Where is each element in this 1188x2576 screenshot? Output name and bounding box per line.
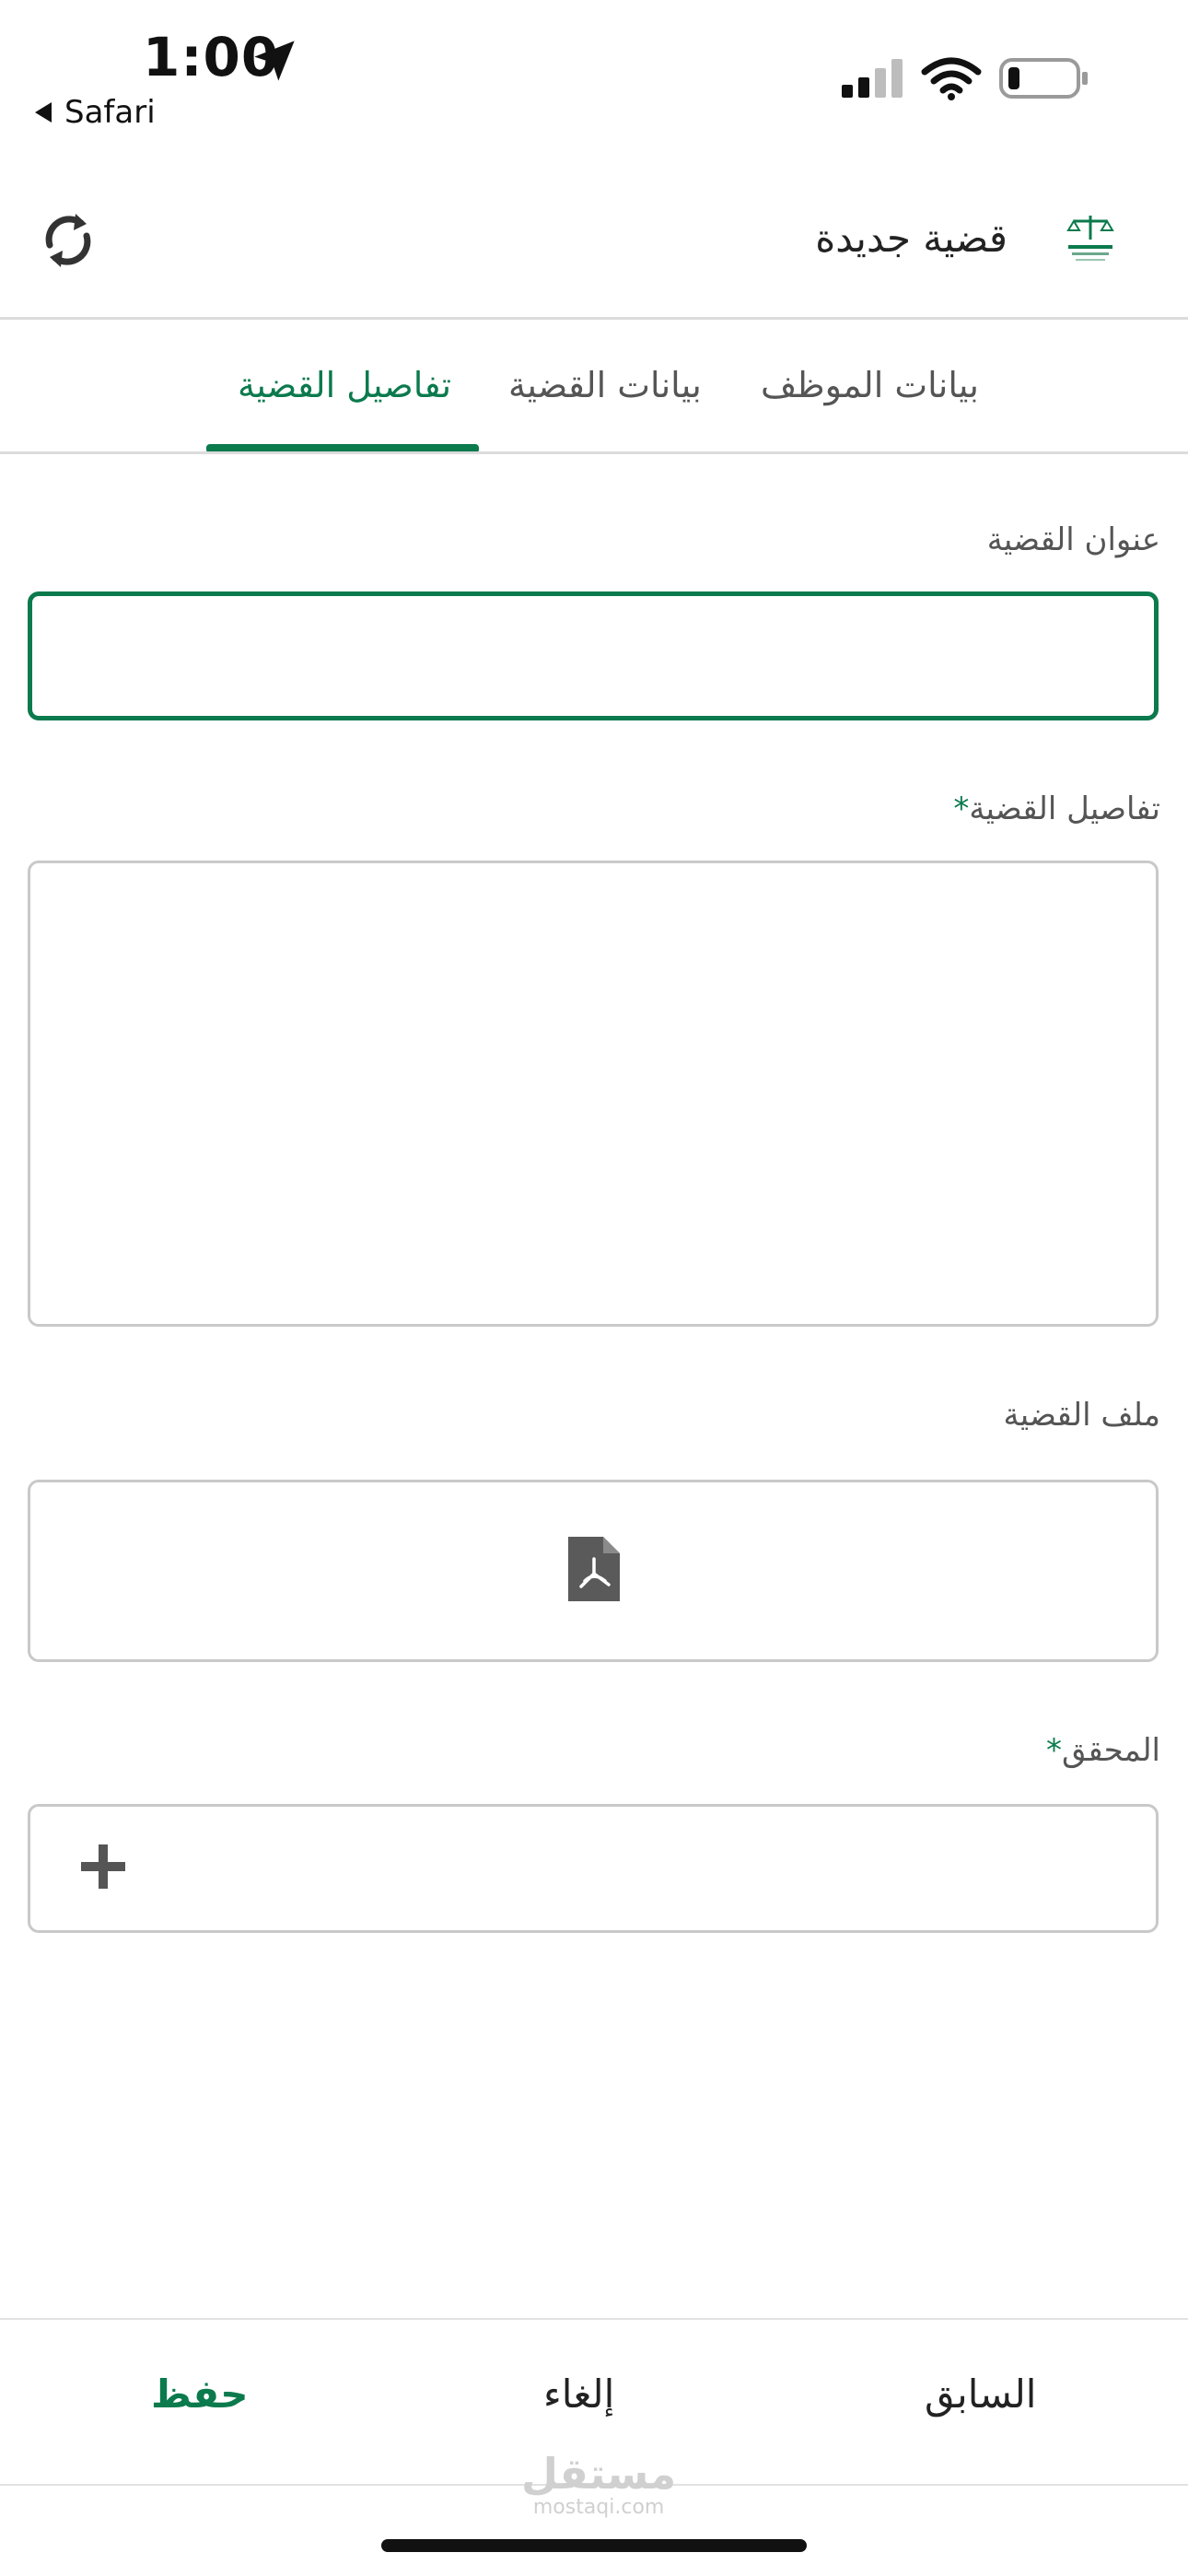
page-title: قضية جديدة	[815, 216, 1007, 261]
home-indicator[interactable]	[381, 2539, 807, 2552]
watermark: مستقل mostaqi.com	[521, 2451, 676, 2519]
tabs-divider	[0, 451, 1188, 454]
tab-case-data[interactable]: بيانات القضية	[508, 365, 702, 405]
save-button[interactable]: حفظ	[151, 2371, 248, 2417]
back-to-safari[interactable]: Safari	[35, 94, 156, 131]
ministry-logo	[1066, 216, 1114, 261]
pdf-file-icon	[568, 1537, 620, 1601]
back-triangle-icon	[35, 102, 52, 123]
case-title-input[interactable]	[28, 591, 1159, 720]
wifi-icon	[921, 57, 982, 100]
case-title-label: عنوان القضية	[986, 521, 1160, 558]
back-to-label: Safari	[64, 94, 156, 131]
required-marker: *	[953, 790, 970, 827]
case-details-label-text: تفاصيل القضية	[969, 790, 1160, 827]
header-divider	[0, 317, 1188, 320]
tab-employee-data[interactable]: بيانات الموظف	[761, 365, 979, 405]
watermark-arabic: مستقل	[521, 2449, 677, 2499]
add-investigator-icon[interactable]	[79, 1843, 127, 1891]
cancel-button[interactable]: إلغاء	[543, 2371, 614, 2417]
investigator-label-text: المحقق	[1062, 1732, 1160, 1769]
case-details-label: تفاصيل القضية*	[953, 790, 1160, 827]
case-file-label: ملف القضية	[1003, 1397, 1160, 1434]
cellular-signal-icon	[842, 59, 903, 98]
investigator-label: المحقق*	[1046, 1732, 1160, 1769]
case-details-textarea[interactable]	[28, 861, 1159, 1327]
refresh-icon[interactable]	[39, 208, 98, 273]
location-arrow-icon	[254, 41, 295, 81]
watermark-url: mostaqi.com	[532, 2496, 665, 2519]
required-marker: *	[1046, 1732, 1063, 1769]
previous-button[interactable]: السابق	[925, 2371, 1036, 2417]
battery-icon	[999, 58, 1088, 99]
tab-case-details[interactable]: تفاصيل القضية	[238, 365, 451, 405]
investigator-field[interactable]	[28, 1804, 1159, 1933]
